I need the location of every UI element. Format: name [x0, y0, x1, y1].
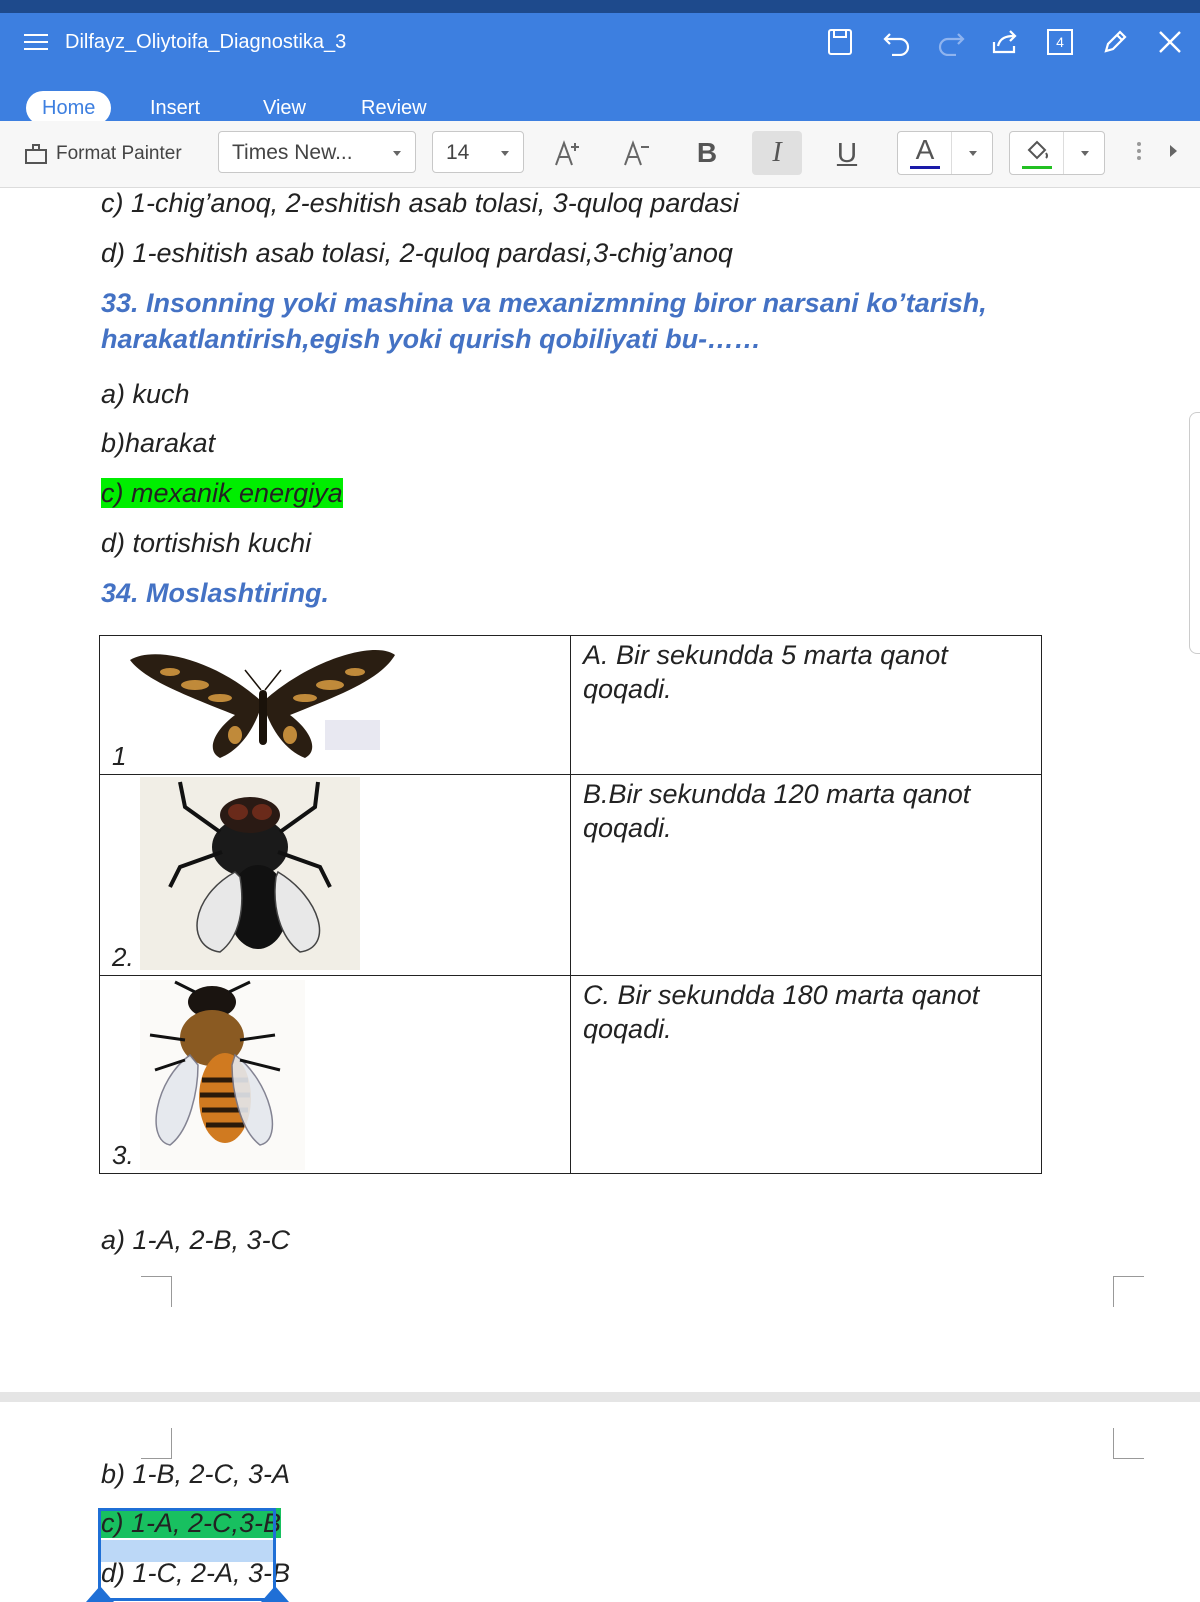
format-painter-button[interactable]: Format Painter [24, 139, 182, 169]
chevron-down-icon [1081, 151, 1089, 156]
description-cell: B.Bir sekundda 120 marta qanot qoqadi. [570, 774, 1042, 976]
row-number: 3. [112, 1140, 134, 1170]
highlight-color-swatch [1022, 166, 1052, 169]
question-33-line-2: harakatlantirish,egish yoki qurish qobil… [101, 324, 762, 354]
matching-table: 1 A. Bir sekundda 5 marta qanot qoqadi. … [99, 635, 1042, 1174]
fly-image [140, 777, 360, 970]
page-corner-mark [141, 1428, 172, 1459]
chevron-down-icon [393, 151, 401, 156]
image-cell: 3. [99, 975, 571, 1174]
option-line: d) 1-eshitish asab tolasi, 2-quloq parda… [101, 238, 733, 268]
question-33-line-1: 33. Insonning yoki mashina va mexanizmni… [101, 288, 987, 318]
highlighted-answer: c) mexanik energiya [101, 478, 343, 508]
toolbar-scroll-right-icon[interactable] [1170, 145, 1177, 157]
q33-option-b: b)harakat [101, 428, 216, 458]
font-color-dropdown[interactable] [951, 132, 992, 174]
undo-icon[interactable] [880, 25, 914, 59]
page-corner-mark [141, 1276, 172, 1307]
option-line: c) 1-chig’anoq, 2-eshitish asab tolasi, … [101, 188, 739, 218]
table-row: 3. C. Bir sekundda 180 marta qanot qoqad… [99, 975, 1042, 1174]
highlight-color-button[interactable] [1009, 131, 1105, 175]
highlight-color-dropdown[interactable] [1063, 132, 1104, 174]
font-color-swatch [910, 166, 940, 169]
page-corner-mark [1113, 1276, 1144, 1307]
menu-icon[interactable] [24, 29, 50, 55]
bee-image [140, 980, 305, 1170]
page-corner-mark [1113, 1428, 1144, 1459]
format-painter-label: Format Painter [56, 143, 182, 164]
q33-option-d: d) tortishish kuchi [101, 528, 312, 558]
table-row: 1 A. Bir sekundda 5 marta qanot qoqadi. [99, 635, 1042, 775]
selection-handle-end[interactable] [261, 1586, 289, 1602]
document-title: Dilfayz_Oliytoifa_Diagnostika_3 [65, 31, 347, 53]
status-bar [0, 0, 1200, 13]
font-size-select[interactable]: 14 [432, 131, 524, 173]
ribbon-tabs: Home Insert View Review [0, 77, 1200, 125]
redo-icon[interactable] [934, 25, 968, 59]
q34-option-b: b) 1-B, 2-C, 3-A [101, 1459, 291, 1489]
bold-button[interactable]: B [682, 131, 732, 175]
description-cell: C. Bir sekundda 180 marta qanot qoqadi. [570, 975, 1042, 1174]
font-color-button[interactable]: A [897, 131, 993, 175]
format-painter-icon [25, 144, 47, 164]
table-row: 2. B.Bir sekundda 120 marta qanot qoqadi… [99, 774, 1042, 976]
formatting-toolbar: Format Painter Times New... 14 B I U A [0, 121, 1200, 188]
description-cell: A. Bir sekundda 5 marta qanot qoqadi. [570, 635, 1042, 775]
butterfly-image [125, 640, 400, 768]
scroll-handle[interactable] [1189, 412, 1200, 654]
page-break [0, 1392, 1200, 1402]
font-name-value: Times New... [232, 141, 353, 164]
q34-option-a: a) 1-A, 2-B, 3-C [101, 1225, 291, 1255]
font-name-select[interactable]: Times New... [218, 131, 416, 173]
tab-review[interactable]: Review [345, 91, 443, 125]
underline-button[interactable]: U [822, 131, 872, 175]
q33-option-c: c) mexanik energiya [101, 478, 343, 509]
increase-font-size-icon[interactable] [543, 131, 593, 175]
image-cell: 2. [99, 774, 571, 976]
more-options-icon[interactable] [1137, 139, 1143, 163]
text-selection[interactable] [98, 1508, 276, 1601]
image-cell: 1 [99, 635, 571, 775]
font-size-value: 14 [446, 141, 470, 164]
app-bar: Dilfayz_Oliytoifa_Diagnostika_3 4 Home I… [0, 13, 1200, 125]
tab-insert[interactable]: Insert [134, 91, 216, 125]
question-34-title: 34. Moslashtiring. [101, 578, 330, 608]
save-icon[interactable] [823, 25, 857, 59]
tab-home[interactable]: Home [26, 91, 112, 125]
tab-view[interactable]: View [247, 91, 322, 125]
selection-handle-start[interactable] [86, 1586, 114, 1602]
share-icon[interactable] [988, 25, 1022, 59]
highlight-bucket-icon [1027, 140, 1048, 160]
row-number: 2. [112, 942, 134, 972]
q33-option-a: a) kuch [101, 379, 190, 409]
decrease-font-size-icon[interactable] [612, 131, 662, 175]
close-icon[interactable] [1153, 25, 1187, 59]
chevron-down-icon [501, 151, 509, 156]
row-number: 1 [112, 741, 127, 771]
tabs-count-icon[interactable]: 4 [1043, 25, 1077, 59]
chevron-down-icon [969, 151, 977, 156]
italic-button[interactable]: I [752, 131, 802, 175]
font-color-icon: A [915, 134, 935, 165]
edit-pen-icon[interactable] [1098, 25, 1132, 59]
